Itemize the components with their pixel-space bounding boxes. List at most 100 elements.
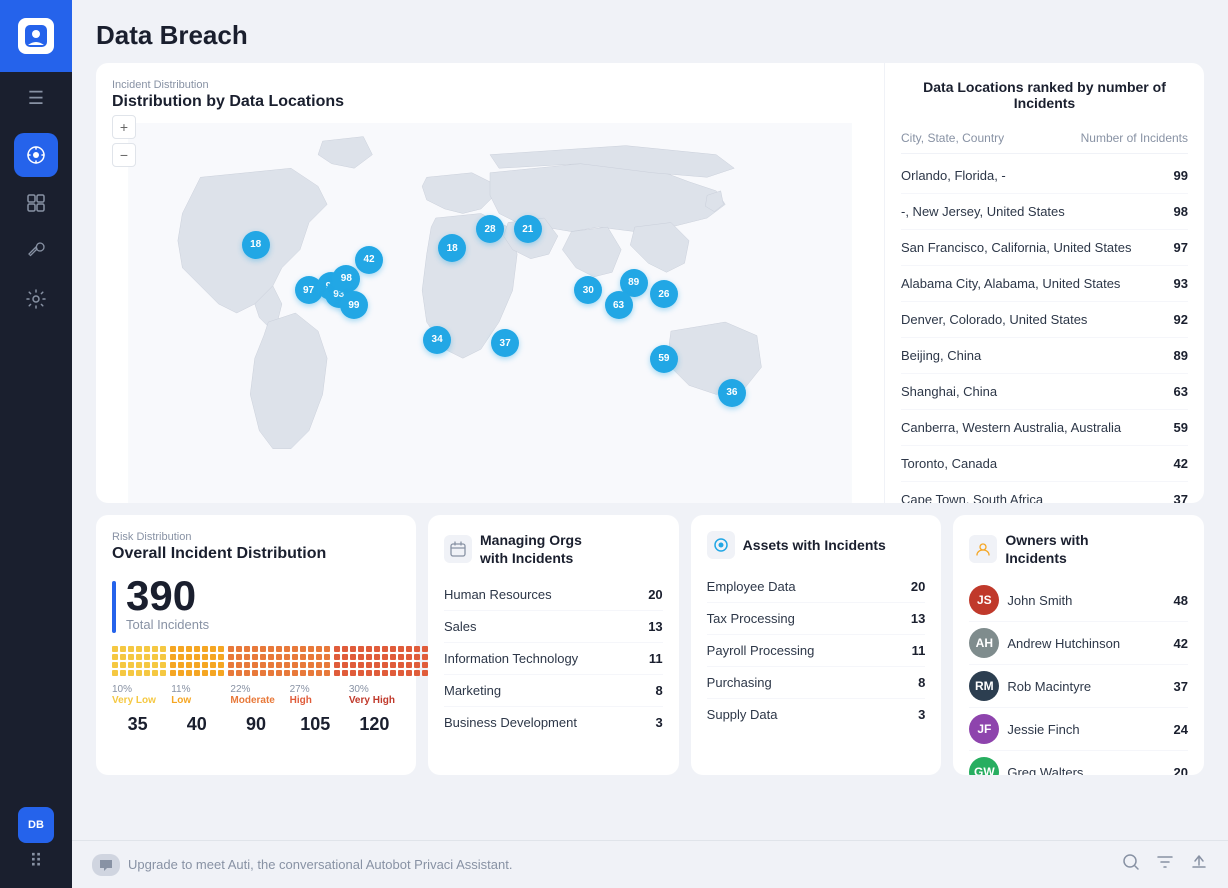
sidebar-item-home[interactable] <box>14 133 58 177</box>
risk-dot <box>308 646 314 652</box>
risk-dot <box>324 654 330 660</box>
risk-dot <box>414 646 420 652</box>
owner-row: GW Greg Walters 20 <box>969 751 1188 775</box>
location-row: Toronto, Canada42 <box>901 446 1188 482</box>
risk-dot <box>170 646 176 652</box>
org-name: Marketing <box>444 683 501 698</box>
risk-name: Moderate <box>230 695 281 706</box>
risk-dot <box>160 662 166 668</box>
risk-dot <box>390 654 396 660</box>
risk-dot <box>194 670 200 676</box>
risk-dot <box>390 662 396 668</box>
risk-dot <box>334 654 340 660</box>
risk-dot <box>144 662 150 668</box>
map-pin[interactable]: 37 <box>491 329 519 357</box>
managing-orgs-card: Managing Orgswith Incidents Human Resour… <box>428 515 679 775</box>
risk-dot <box>308 654 314 660</box>
menu-icon[interactable]: ☰ <box>0 72 72 125</box>
map-pin[interactable]: 21 <box>514 215 542 243</box>
risk-dot <box>186 646 192 652</box>
risk-count: 120 <box>349 714 400 735</box>
sidebar-item-tools[interactable] <box>14 229 58 273</box>
owner-info: JF Jessie Finch <box>969 714 1079 744</box>
location-count: 93 <box>1174 276 1188 291</box>
risk-dot <box>128 662 134 668</box>
map-pin[interactable]: 36 <box>718 379 746 407</box>
apps-icon[interactable]: ⠿ <box>29 851 42 872</box>
owner-row: RM Rob Macintyre 37 <box>969 665 1188 708</box>
risk-dot <box>342 662 348 668</box>
total-number: 390 <box>126 575 209 617</box>
map-pin[interactable]: 18 <box>438 234 466 262</box>
risk-dot <box>260 654 266 660</box>
owners-title: Owners withIncidents <box>1005 531 1088 567</box>
map-pin[interactable]: 42 <box>355 246 383 274</box>
owner-avatar: RM <box>969 671 999 701</box>
blue-accent-bar <box>112 581 116 633</box>
risk-levels: 10%Very Low11%Low22%Moderate27%High30%Ve… <box>112 684 400 706</box>
map-pin[interactable]: 34 <box>423 326 451 354</box>
risk-dot <box>382 670 388 676</box>
risk-dot <box>136 662 142 668</box>
map-pin[interactable]: 28 <box>476 215 504 243</box>
risk-dot <box>120 670 126 676</box>
risk-dot <box>160 654 166 660</box>
zoom-out-button[interactable]: − <box>112 143 136 167</box>
location-count: 98 <box>1174 204 1188 219</box>
org-row: Sales13 <box>444 611 663 643</box>
risk-dot <box>210 670 216 676</box>
sidebar-item-dashboard[interactable] <box>14 181 58 225</box>
risk-dot <box>260 646 266 652</box>
risk-dot <box>210 654 216 660</box>
map-pin[interactable]: 98 <box>332 265 360 293</box>
map-pin[interactable]: 26 <box>650 280 678 308</box>
risk-dot <box>406 646 412 652</box>
map-pin[interactable]: 18 <box>242 231 270 259</box>
risk-dot <box>414 670 420 676</box>
risk-dot <box>300 654 306 660</box>
risk-dot <box>152 654 158 660</box>
location-count: 63 <box>1174 384 1188 399</box>
risk-dot <box>218 662 224 668</box>
asset-count: 8 <box>918 675 925 690</box>
org-count: 20 <box>648 587 662 602</box>
risk-dot <box>228 646 234 652</box>
risk-dot <box>202 654 208 660</box>
risk-dot <box>268 654 274 660</box>
map-pin[interactable]: 59 <box>650 345 678 373</box>
managing-orgs-title: Managing Orgswith Incidents <box>480 531 582 567</box>
sidebar-item-settings[interactable] <box>14 277 58 321</box>
risk-dot <box>308 662 314 668</box>
map-pin[interactable]: 99 <box>340 291 368 319</box>
location-row: San Francisco, California, United States… <box>901 230 1188 266</box>
export-icon[interactable] <box>1190 853 1208 876</box>
risk-dot <box>366 670 372 676</box>
assets-list: Employee Data20Tax Processing13Payroll P… <box>707 571 926 730</box>
risk-dot <box>178 654 184 660</box>
risk-dot <box>112 654 118 660</box>
asset-row: Purchasing8 <box>707 667 926 699</box>
owner-icon <box>969 535 997 563</box>
risk-dot <box>358 654 364 660</box>
risk-dot <box>120 654 126 660</box>
risk-dot <box>358 670 364 676</box>
risk-label: Risk Distribution <box>112 531 400 543</box>
map-pin[interactable]: 63 <box>605 291 633 319</box>
risk-dot <box>136 646 142 652</box>
risk-dot <box>284 654 290 660</box>
filter-icon[interactable] <box>1156 853 1174 876</box>
user-avatar[interactable]: DB <box>18 807 54 843</box>
risk-dot <box>324 670 330 676</box>
location-name: -, New Jersey, United States <box>901 204 1065 219</box>
risk-dot <box>244 662 250 668</box>
search-icon[interactable] <box>1122 853 1140 876</box>
owner-count: 37 <box>1174 679 1188 694</box>
map-pin[interactable]: 30 <box>574 276 602 304</box>
dot-grid <box>112 646 400 676</box>
risk-dot <box>202 646 208 652</box>
risk-dot <box>210 646 216 652</box>
risk-card: Risk Distribution Overall Incident Distr… <box>96 515 416 775</box>
content-area: Incident Distribution Distribution by Da… <box>72 63 1228 840</box>
zoom-in-button[interactable]: + <box>112 115 136 139</box>
asset-name: Payroll Processing <box>707 643 815 658</box>
